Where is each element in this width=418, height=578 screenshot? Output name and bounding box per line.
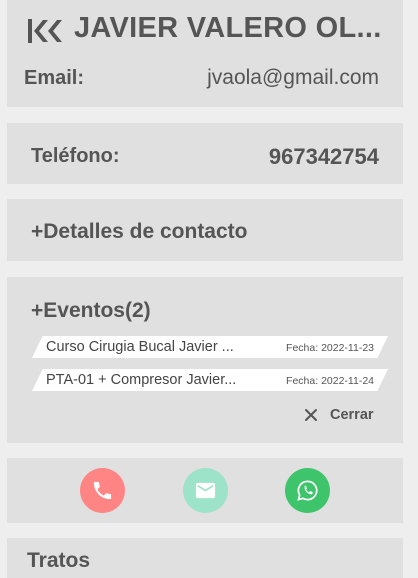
email-label: Email: xyxy=(24,67,85,89)
email-value[interactable]: jvaola@gmail.com xyxy=(207,66,379,90)
contact-details-toggle[interactable]: +Detalles de contacto xyxy=(31,220,248,244)
mail-icon xyxy=(195,482,216,499)
close-icon xyxy=(305,409,317,421)
event-name: Curso Cirugia Bucal Javier ... xyxy=(46,339,234,355)
email-button[interactable] xyxy=(183,468,228,513)
contact-details-section[interactable]: +Detalles de contacto xyxy=(7,199,403,261)
call-button[interactable] xyxy=(80,468,125,513)
events-toggle[interactable]: +Eventos(2) xyxy=(31,299,151,323)
deals-title[interactable]: Tratos xyxy=(27,549,90,573)
phone-label: Teléfono: xyxy=(31,145,120,167)
phone-value[interactable]: 967342754 xyxy=(269,144,379,170)
whatsapp-icon xyxy=(297,480,318,501)
phone-icon xyxy=(93,481,112,500)
back-icon[interactable] xyxy=(26,19,70,43)
event-date: Fecha: 2022-11-24 xyxy=(286,375,374,387)
event-item[interactable]: PTA-01 + Compresor Javier... Fecha: 2022… xyxy=(32,369,388,391)
close-label: Cerrar xyxy=(330,407,374,423)
contact-name: JAVIER VALERO OL... xyxy=(74,12,382,44)
phone-card: Teléfono: 967342754 xyxy=(7,123,403,184)
event-name: PTA-01 + Compresor Javier... xyxy=(46,372,237,388)
deals-section[interactable]: Tratos xyxy=(7,538,403,578)
event-item[interactable]: Curso Cirugia Bucal Javier ... Fecha: 20… xyxy=(32,336,388,358)
event-date: Fecha: 2022-11-23 xyxy=(286,342,374,354)
whatsapp-button[interactable] xyxy=(285,468,330,513)
